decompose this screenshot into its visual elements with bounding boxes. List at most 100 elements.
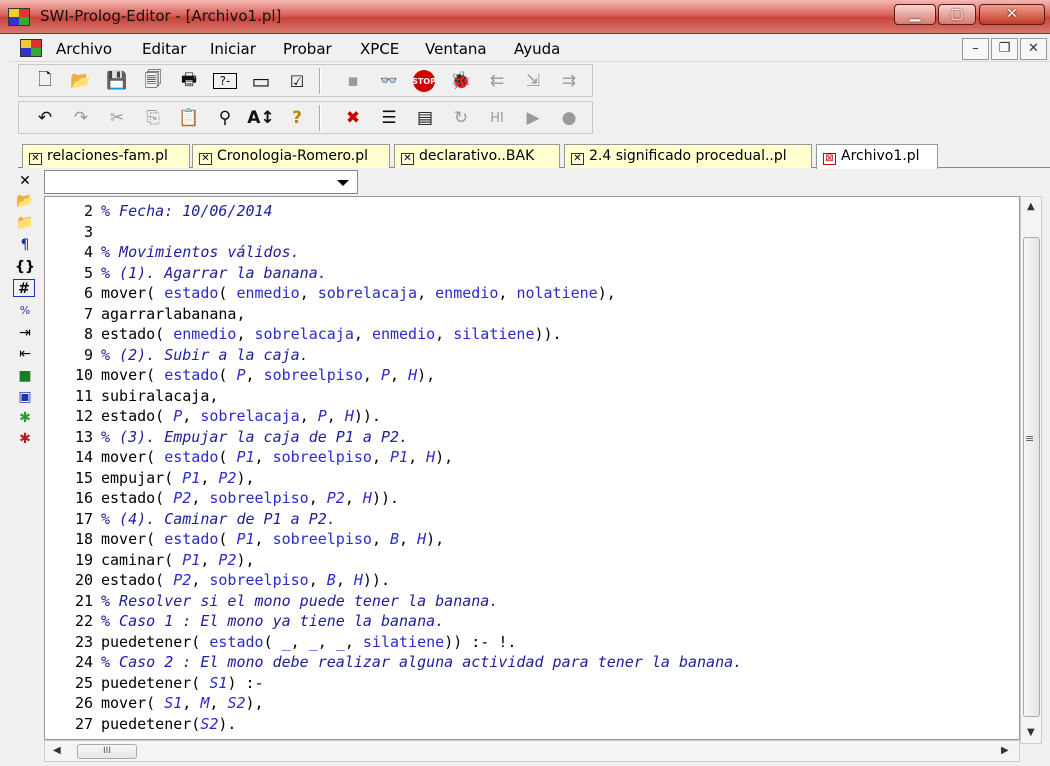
menu-ayuda[interactable]: Ayuda xyxy=(514,40,560,58)
print-icon[interactable]: 🖶 xyxy=(177,70,201,92)
mdi-close-button[interactable]: ✕ xyxy=(1020,38,1047,60)
horizontal-scrollbar[interactable]: ◀ III ▶ xyxy=(44,740,1020,762)
redo-icon[interactable]: ↷ xyxy=(69,107,93,129)
folder-icon[interactable]: 📁 xyxy=(13,214,37,232)
list-all-icon[interactable]: ▤ xyxy=(413,107,437,129)
menu-ventana[interactable]: Ventana xyxy=(425,40,487,58)
mdi-restore-button[interactable]: ❐ xyxy=(991,38,1018,60)
mdi-minimize-button[interactable]: – xyxy=(962,38,989,60)
tab-declarativo[interactable]: ✕ declarativo..BAK xyxy=(394,144,560,168)
step-back-icon[interactable]: ⇇ xyxy=(485,70,509,92)
glasses-icon[interactable]: 👓 xyxy=(377,70,401,92)
tab-significado-procedual[interactable]: ✕ 2.4 significado procedual..pl xyxy=(564,144,812,168)
code-line[interactable]: 17 % (4). Caminar de P1 a P2. xyxy=(45,509,336,529)
scroll-down-icon[interactable]: ▼ xyxy=(1027,727,1035,738)
bug-red-icon[interactable]: ✱ xyxy=(13,430,37,448)
tab-cronologia-romero[interactable]: ✕ Cronologia-Romero.pl xyxy=(192,144,390,168)
tab-relaciones-fam[interactable]: ✕ relaciones-fam.pl xyxy=(22,144,190,168)
run-icon[interactable]: ▶ xyxy=(521,107,545,129)
checklist-icon[interactable]: ☑ xyxy=(285,70,309,92)
tab-archivo1[interactable]: ⊠ Archivo1.pl xyxy=(816,144,938,169)
vertical-scrollbar[interactable]: ▲ ≡ ▼ xyxy=(1020,196,1042,744)
step-out-icon[interactable]: ⇉ xyxy=(557,70,581,92)
stop-icon[interactable]: STOP xyxy=(412,70,436,92)
code-line[interactable]: 21 % Resolver si el mono puede tener la b… xyxy=(45,591,498,611)
copy-icon[interactable]: ⎘ xyxy=(141,107,165,129)
document-menu-icon[interactable] xyxy=(20,39,42,57)
menu-probar[interactable]: Probar xyxy=(283,40,332,58)
save-all-icon[interactable]: 🗐 xyxy=(141,70,165,92)
horizontal-scroll-thumb[interactable]: III xyxy=(77,744,137,759)
indent-icon[interactable]: ⇥ xyxy=(13,324,37,342)
maximize-button[interactable]: ▢ xyxy=(938,4,976,25)
code-line[interactable]: 5 % (1). Agarrar la banana. xyxy=(45,263,327,283)
tab-close-icon[interactable]: ✕ xyxy=(571,153,584,165)
scroll-up-icon[interactable]: ▲ xyxy=(1027,201,1035,212)
code-line[interactable]: 4 % Movimientos válidos. xyxy=(45,242,300,262)
open-folder-icon[interactable]: 📂 xyxy=(69,70,93,92)
bookmark-icon[interactable]: ▣ xyxy=(13,388,37,406)
scroll-right-icon[interactable]: ▶ xyxy=(1001,745,1009,756)
tab-close-icon[interactable]: ✕ xyxy=(401,153,414,165)
code-line[interactable]: 13 % (3). Empujar la caja de P1 a P2. xyxy=(45,427,408,447)
tab-close-icon[interactable]: ✕ xyxy=(199,153,212,165)
window-icon[interactable]: ▭ xyxy=(249,69,273,93)
close-panel-icon[interactable]: ✕ xyxy=(13,172,37,190)
help-icon[interactable]: ? xyxy=(285,107,309,129)
vertical-scroll-thumb[interactable] xyxy=(1023,237,1040,717)
new-file-icon[interactable]: 🗋 xyxy=(33,70,57,92)
record-icon[interactable]: ● xyxy=(557,107,581,129)
book-icon[interactable]: ■ xyxy=(13,367,37,385)
save-icon[interactable]: 💾 xyxy=(105,70,129,92)
code-line[interactable]: 2 % Fecha: 10/06/2014 xyxy=(45,201,273,221)
code-line[interactable]: 8 estado( enmedio, sobrelacaja, enmedio, … xyxy=(45,324,562,344)
disk-icon[interactable]: ▪ xyxy=(341,70,365,92)
pilcrow-icon[interactable]: ¶ xyxy=(13,236,37,254)
predicate-dropdown[interactable] xyxy=(44,170,358,194)
minimize-button[interactable]: ▁ xyxy=(894,4,936,25)
menu-iniciar[interactable]: Iniciar xyxy=(210,40,256,58)
menu-xpce[interactable]: XPCE xyxy=(360,40,399,58)
code-line[interactable]: 25 puedetener( S1) :- xyxy=(45,673,264,693)
menu-editar[interactable]: Editar xyxy=(142,40,186,58)
code-line[interactable]: 23 puedetener( estado( _, _, _, silatiene… xyxy=(45,632,517,652)
code-line[interactable]: 10 mover( estado( P, sobreelpiso, P, H), xyxy=(45,365,435,385)
hash-icon[interactable]: # xyxy=(13,279,35,297)
code-line[interactable]: 15 empujar( P1, P2), xyxy=(45,468,255,488)
code-line[interactable]: 18 mover( estado( P1, sobreelpiso, B, H), xyxy=(45,529,444,549)
code-line[interactable]: 20 estado( P2, sobreelpiso, B, H)). xyxy=(45,570,390,590)
code-line[interactable]: 7 agarrarlabanana, xyxy=(45,304,246,324)
refresh-icon[interactable]: ↻ xyxy=(449,107,473,129)
code-line[interactable]: 24 % Caso 2 : El mono debe realizar algun… xyxy=(45,652,742,672)
braces-icon[interactable]: {} xyxy=(13,258,37,276)
code-line[interactable]: 11 subiralacaja, xyxy=(45,386,218,406)
outdent-icon[interactable]: ⇤ xyxy=(13,345,37,363)
undo-icon[interactable]: ↶ xyxy=(33,107,57,129)
console-icon[interactable]: ?- xyxy=(213,73,237,89)
find-icon[interactable]: ⚲ xyxy=(213,107,237,129)
step-into-icon[interactable]: ⇲ xyxy=(521,70,545,92)
code-line[interactable]: 22 % Caso 1 : El mono ya tiene la banana. xyxy=(45,611,444,631)
comment-icon[interactable]: % xyxy=(13,302,37,320)
consult-icon[interactable]: ✖ xyxy=(341,107,365,129)
replace-icon[interactable]: A↕ xyxy=(247,107,274,129)
code-line[interactable]: 26 mover( S1, M, S2), xyxy=(45,693,264,713)
paste-icon[interactable]: 📋 xyxy=(177,107,201,129)
list-icon[interactable]: ☰ xyxy=(377,107,401,129)
tab-close-icon[interactable]: ✕ xyxy=(29,153,42,165)
code-line[interactable]: 6 mover( estado( enmedio, sobrelacaja, en… xyxy=(45,283,616,303)
folder-open-icon[interactable]: 📂 xyxy=(13,192,37,210)
tab-close-icon[interactable]: ⊠ xyxy=(823,153,836,165)
code-line[interactable]: 14 mover( estado( P1, sobreelpiso, P1, H)… xyxy=(45,447,453,467)
code-line[interactable]: 3 xyxy=(45,222,101,242)
code-line[interactable]: 27 puedetener(S2). xyxy=(45,714,237,734)
close-button[interactable]: ✕ xyxy=(979,4,1045,25)
code-line[interactable]: 12 estado( P, sobrelacaja, P, H)). xyxy=(45,406,381,426)
code-line[interactable]: 9 % (2). Subir a la caja. xyxy=(45,345,309,365)
menu-archivo[interactable]: Archivo xyxy=(56,40,112,58)
code-line[interactable]: 16 estado( P2, sobreelpiso, P2, H)). xyxy=(45,488,399,508)
debug-bug-icon[interactable]: 🐞 xyxy=(449,70,473,92)
scroll-left-icon[interactable]: ◀ xyxy=(53,745,61,756)
bug-icon[interactable]: ✱ xyxy=(13,409,37,427)
cut-icon[interactable]: ✂ xyxy=(105,107,129,129)
